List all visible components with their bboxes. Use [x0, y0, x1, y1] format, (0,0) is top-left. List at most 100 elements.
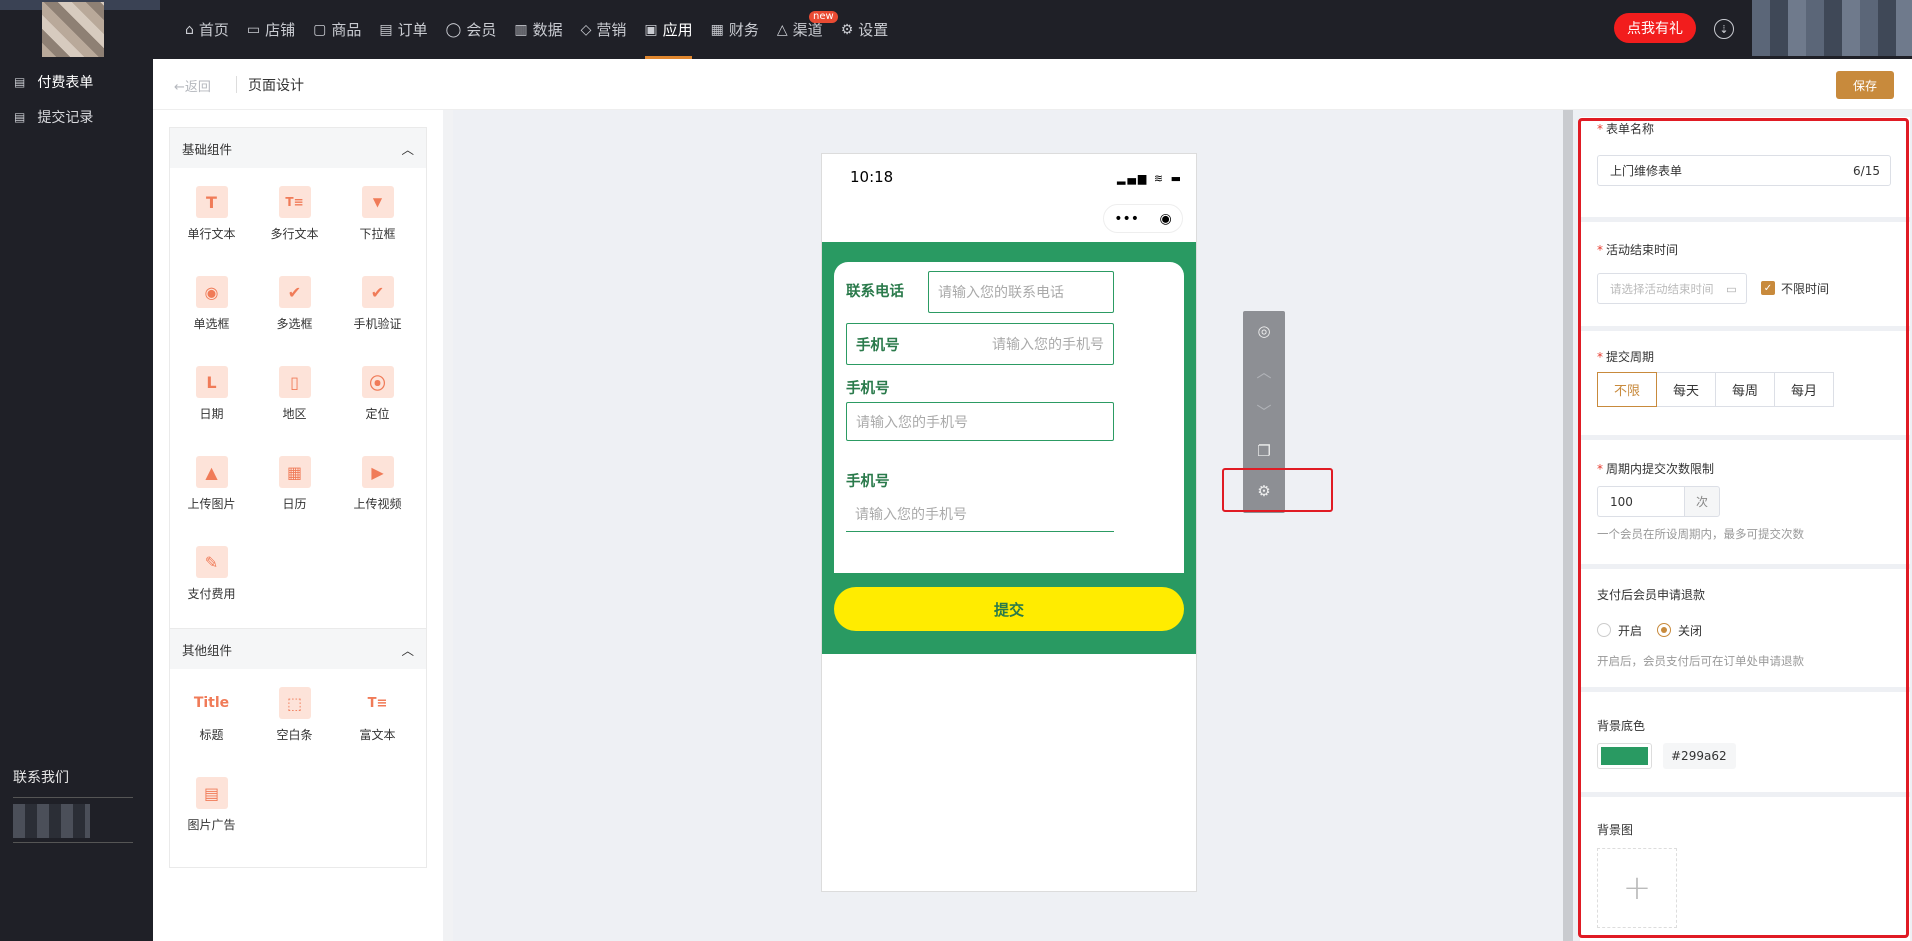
- period-option-monthly[interactable]: 每月: [1774, 372, 1834, 407]
- scrollbar[interactable]: [1563, 110, 1573, 941]
- end-time-label: * 活动结束时间: [1597, 243, 1679, 257]
- bg-color-value[interactable]: #299a62: [1663, 743, 1736, 769]
- single-text-icon: T: [195, 186, 228, 218]
- nav-item-orders[interactable]: ▤ 订单: [370, 0, 436, 59]
- component-label: 上传视频: [353, 497, 402, 511]
- title-icon: Title: [193, 695, 230, 711]
- nav-item-marketing[interactable]: ◇ 营销: [572, 0, 636, 59]
- group-title: 基础组件: [182, 141, 233, 157]
- refund-off-radio[interactable]: [1657, 623, 1671, 637]
- sidebar-item-submissions[interactable]: ▤ 提交记录: [0, 99, 153, 134]
- form-name-input[interactable]: 上门维修表单 6/15: [1597, 155, 1891, 186]
- refund-on-radio[interactable]: [1597, 623, 1611, 637]
- nav-label: 财务: [728, 21, 759, 39]
- unlimited-time-label: 不限时间: [1781, 282, 1830, 296]
- move-up-icon[interactable]: ︿: [1243, 351, 1285, 391]
- group-header[interactable]: 基础组件 ︿: [170, 128, 426, 168]
- group-title: 其他组件: [182, 642, 233, 658]
- period-option-daily[interactable]: 每天: [1656, 372, 1716, 407]
- form-icon: ▤: [14, 74, 26, 89]
- chevron-up-icon[interactable]: ︿: [401, 640, 414, 659]
- settings-icon: ⚙: [840, 21, 854, 38]
- bg-image-section: 背景图 +: [1580, 797, 1910, 941]
- more-icon[interactable]: •••: [1114, 211, 1139, 227]
- component-multi-text[interactable]: T≡ 多行文本: [253, 186, 336, 276]
- sidebar-item-paid-form[interactable]: ▤ 付费表单: [0, 64, 153, 99]
- mobile-input-inline[interactable]: 手机号 请输入您的手机号: [846, 323, 1114, 365]
- component-title[interactable]: Title 标题: [170, 687, 253, 777]
- hide-icon[interactable]: ◎: [1243, 311, 1285, 351]
- component-upload-video[interactable]: ▶ 上传视频: [336, 456, 419, 546]
- component-radio[interactable]: ◉ 单选框: [170, 276, 253, 366]
- chevron-up-icon[interactable]: ︿: [401, 139, 414, 158]
- order-icon: ▤: [379, 21, 393, 38]
- unlimited-time-checkbox[interactable]: ✓: [1761, 281, 1775, 295]
- save-button[interactable]: 保存: [1836, 71, 1894, 99]
- bg-color-section: 背景底色 #299a62: [1580, 692, 1910, 792]
- nav-item-settings[interactable]: ⚙ 设置: [832, 0, 898, 59]
- contact-phone-input[interactable]: 请输入您的联系电话: [928, 271, 1114, 313]
- component-image-ad[interactable]: ▤ 图片广告: [170, 777, 253, 867]
- nav-item-members[interactable]: ◯ 会员: [437, 0, 506, 59]
- component-label: 空白条: [276, 728, 313, 742]
- component-phone-verify[interactable]: ✔ 手机验证: [336, 276, 419, 366]
- component-date[interactable]: L 日期: [170, 366, 253, 456]
- nav-label: 首页: [198, 21, 229, 39]
- promo-button[interactable]: 点我有礼: [1614, 13, 1696, 43]
- submit-limit-input[interactable]: 100: [1597, 486, 1685, 517]
- component-label: 定位: [365, 407, 390, 421]
- component-label: 日历: [282, 497, 307, 511]
- submit-button[interactable]: 提交: [834, 587, 1184, 631]
- spacer-icon: ⬚: [278, 687, 311, 719]
- nav-item-store[interactable]: ▭ 店铺: [238, 0, 304, 59]
- period-option-weekly[interactable]: 每周: [1715, 372, 1775, 407]
- component-payment[interactable]: ✎ 支付费用: [170, 546, 253, 636]
- status-time: 10:18: [850, 168, 894, 186]
- close-target-icon[interactable]: ◉: [1160, 211, 1172, 227]
- refund-section: 支付后会员申请退款 开启 关闭 开启后，会员支付后可在订单处申请退款: [1580, 569, 1910, 687]
- component-calendar[interactable]: ▦ 日历: [253, 456, 336, 546]
- dropdown-icon: ▼: [361, 186, 394, 218]
- period-option-unlimited[interactable]: 不限: [1597, 372, 1657, 407]
- component-single-text[interactable]: T 单行文本: [170, 186, 253, 276]
- nav-item-home[interactable]: ⌂ 首页: [176, 0, 238, 59]
- nav-item-data[interactable]: ▥ 数据: [505, 0, 571, 59]
- nav-item-apps[interactable]: ▣ 应用: [635, 0, 701, 59]
- component-region[interactable]: ▯ 地区: [253, 366, 336, 456]
- nav-label: 会员: [466, 21, 497, 39]
- component-palette: 基础组件 ︿ T 单行文本 T≡ 多行文本 ▼ 下拉框 ◉ 单选框 ✔ 多选框 ✔ 手机验证 …: [153, 110, 443, 941]
- nav-label: 店铺: [265, 21, 296, 39]
- home-icon: ⌂: [185, 21, 194, 38]
- component-label: 下拉框: [359, 227, 396, 241]
- top-navbar: ⌂ 首页 ▭ 店铺 ▢ 商品 ▤ 订单 ◯ 会员 ▥ 数据 ◇ 营销 ▣ 应用 ▦ 财务 △ 渠道 n…: [0, 0, 1912, 59]
- component-location[interactable]: ⦿ 定位: [336, 366, 419, 456]
- user-account[interactable]: [1752, 0, 1912, 56]
- bg-image-upload[interactable]: +: [1597, 848, 1677, 928]
- nav-item-goods[interactable]: ▢ 商品: [304, 0, 370, 59]
- nav-item-channel[interactable]: △ 渠道 new: [768, 0, 838, 59]
- mobile-input-boxed[interactable]: 请输入您的手机号: [846, 402, 1114, 441]
- component-upload-image[interactable]: ▲ 上传图片: [170, 456, 253, 546]
- bg-color-swatch[interactable]: [1597, 743, 1652, 769]
- period-section: * 提交周期 不限 每天 每周 每月: [1580, 331, 1910, 435]
- payment-icon: ✎: [195, 546, 228, 578]
- back-link[interactable]: ←返回: [174, 76, 211, 95]
- move-down-icon[interactable]: ﹀: [1243, 391, 1285, 431]
- contact-us[interactable]: 联系我们: [13, 767, 133, 787]
- basic-components-list: T 单行文本 T≡ 多行文本 ▼ 下拉框 ◉ 单选框 ✔ 多选框 ✔ 手机验证 L 日期 ▯ 地…: [170, 168, 426, 636]
- logo[interactable]: [42, 2, 104, 57]
- component-spacer[interactable]: ⬚ 空白条: [253, 687, 336, 777]
- copy-icon[interactable]: ❐: [1243, 431, 1285, 471]
- end-time-picker[interactable]: 请选择活动结束时间 ▭: [1597, 273, 1747, 304]
- checkbox-icon: ✔: [278, 276, 311, 308]
- download-icon[interactable]: ⇣: [1714, 19, 1734, 39]
- component-checkbox[interactable]: ✔ 多选框: [253, 276, 336, 366]
- mobile-input-underline[interactable]: 请输入您的手机号: [846, 496, 1114, 532]
- form-name-value: 上门维修表单: [1610, 164, 1683, 178]
- component-rich-text[interactable]: T≡ 富文本: [336, 687, 419, 777]
- component-dropdown[interactable]: ▼ 下拉框: [336, 186, 419, 276]
- form-card[interactable]: 联系电话 请输入您的联系电话 手机号 请输入您的手机号 手机号 请输入您的手机号…: [834, 262, 1184, 573]
- nav-item-finance[interactable]: ▦ 财务: [702, 0, 768, 59]
- group-header[interactable]: 其他组件 ︿: [170, 629, 426, 669]
- region-icon: ▯: [278, 366, 311, 398]
